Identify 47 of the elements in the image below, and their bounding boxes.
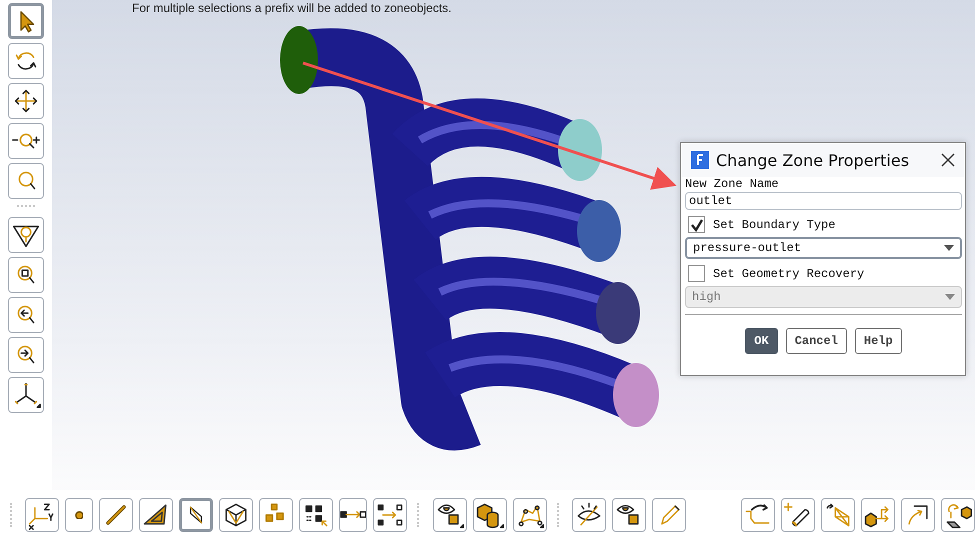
field-label: New Zone Name <box>685 177 780 191</box>
toolbar-button[interactable] <box>472 498 507 532</box>
caret-icon <box>945 294 955 300</box>
close-icon[interactable] <box>941 153 955 167</box>
toolbar-button[interactable] <box>900 498 935 532</box>
toolbar-button[interactable] <box>780 498 815 532</box>
dialog-button[interactable]: OK <box>745 328 778 354</box>
toolbar-button[interactable] <box>298 498 333 532</box>
toolbar-button[interactable] <box>740 498 775 532</box>
toolbar-button[interactable] <box>25 498 60 532</box>
toolbar-button[interactable] <box>8 337 44 373</box>
toolbar-button[interactable] <box>138 498 173 532</box>
caret-icon <box>944 245 954 251</box>
checkbox-label: Set Boundary Type <box>713 218 836 232</box>
toolbar-button[interactable] <box>373 498 408 532</box>
dialog-title: Change Zone Properties <box>716 150 910 170</box>
square-arrow-icon <box>340 511 366 519</box>
checkbox[interactable] <box>688 265 705 282</box>
checkbox-label: Set Geometry Recovery <box>713 266 864 280</box>
dialog-button[interactable]: Help <box>854 328 902 354</box>
checkbox[interactable] <box>688 216 705 233</box>
toolbar-button[interactable] <box>8 217 44 253</box>
toolbar-button[interactable] <box>8 297 44 333</box>
toolbar-button[interactable] <box>612 498 646 532</box>
toolbar-button[interactable] <box>8 123 44 159</box>
toolbar-button[interactable] <box>65 498 93 532</box>
toolbar-button[interactable] <box>218 498 253 532</box>
boundary-type-dropdown[interactable]: pressure-outlet <box>685 237 962 259</box>
toolbar-button[interactable] <box>8 257 44 293</box>
toolbar-button[interactable] <box>338 498 368 532</box>
toolbar-button[interactable] <box>8 83 44 119</box>
viewport-hint: For multiple selections a prefix will be added to zoneobjects. <box>132 1 452 15</box>
toolbar-button[interactable] <box>8 377 44 413</box>
point-icon <box>74 510 84 520</box>
app-logo-icon <box>691 151 709 169</box>
zone-name-field[interactable]: outlet <box>685 192 962 210</box>
toolbar-button[interactable] <box>98 498 133 532</box>
toolbar-button[interactable] <box>860 498 895 532</box>
toolbar-button[interactable] <box>940 498 975 532</box>
toolbar-button[interactable] <box>432 498 467 532</box>
toolbar-button[interactable] <box>178 498 213 532</box>
toolbar-button[interactable] <box>572 498 606 532</box>
toolbar-button[interactable] <box>8 43 44 79</box>
toolbar-button[interactable] <box>8 3 44 39</box>
toolbar-button[interactable] <box>512 498 547 532</box>
recovery-dropdown[interactable]: high <box>685 286 962 308</box>
dialog-button[interactable]: Cancel <box>786 328 847 354</box>
